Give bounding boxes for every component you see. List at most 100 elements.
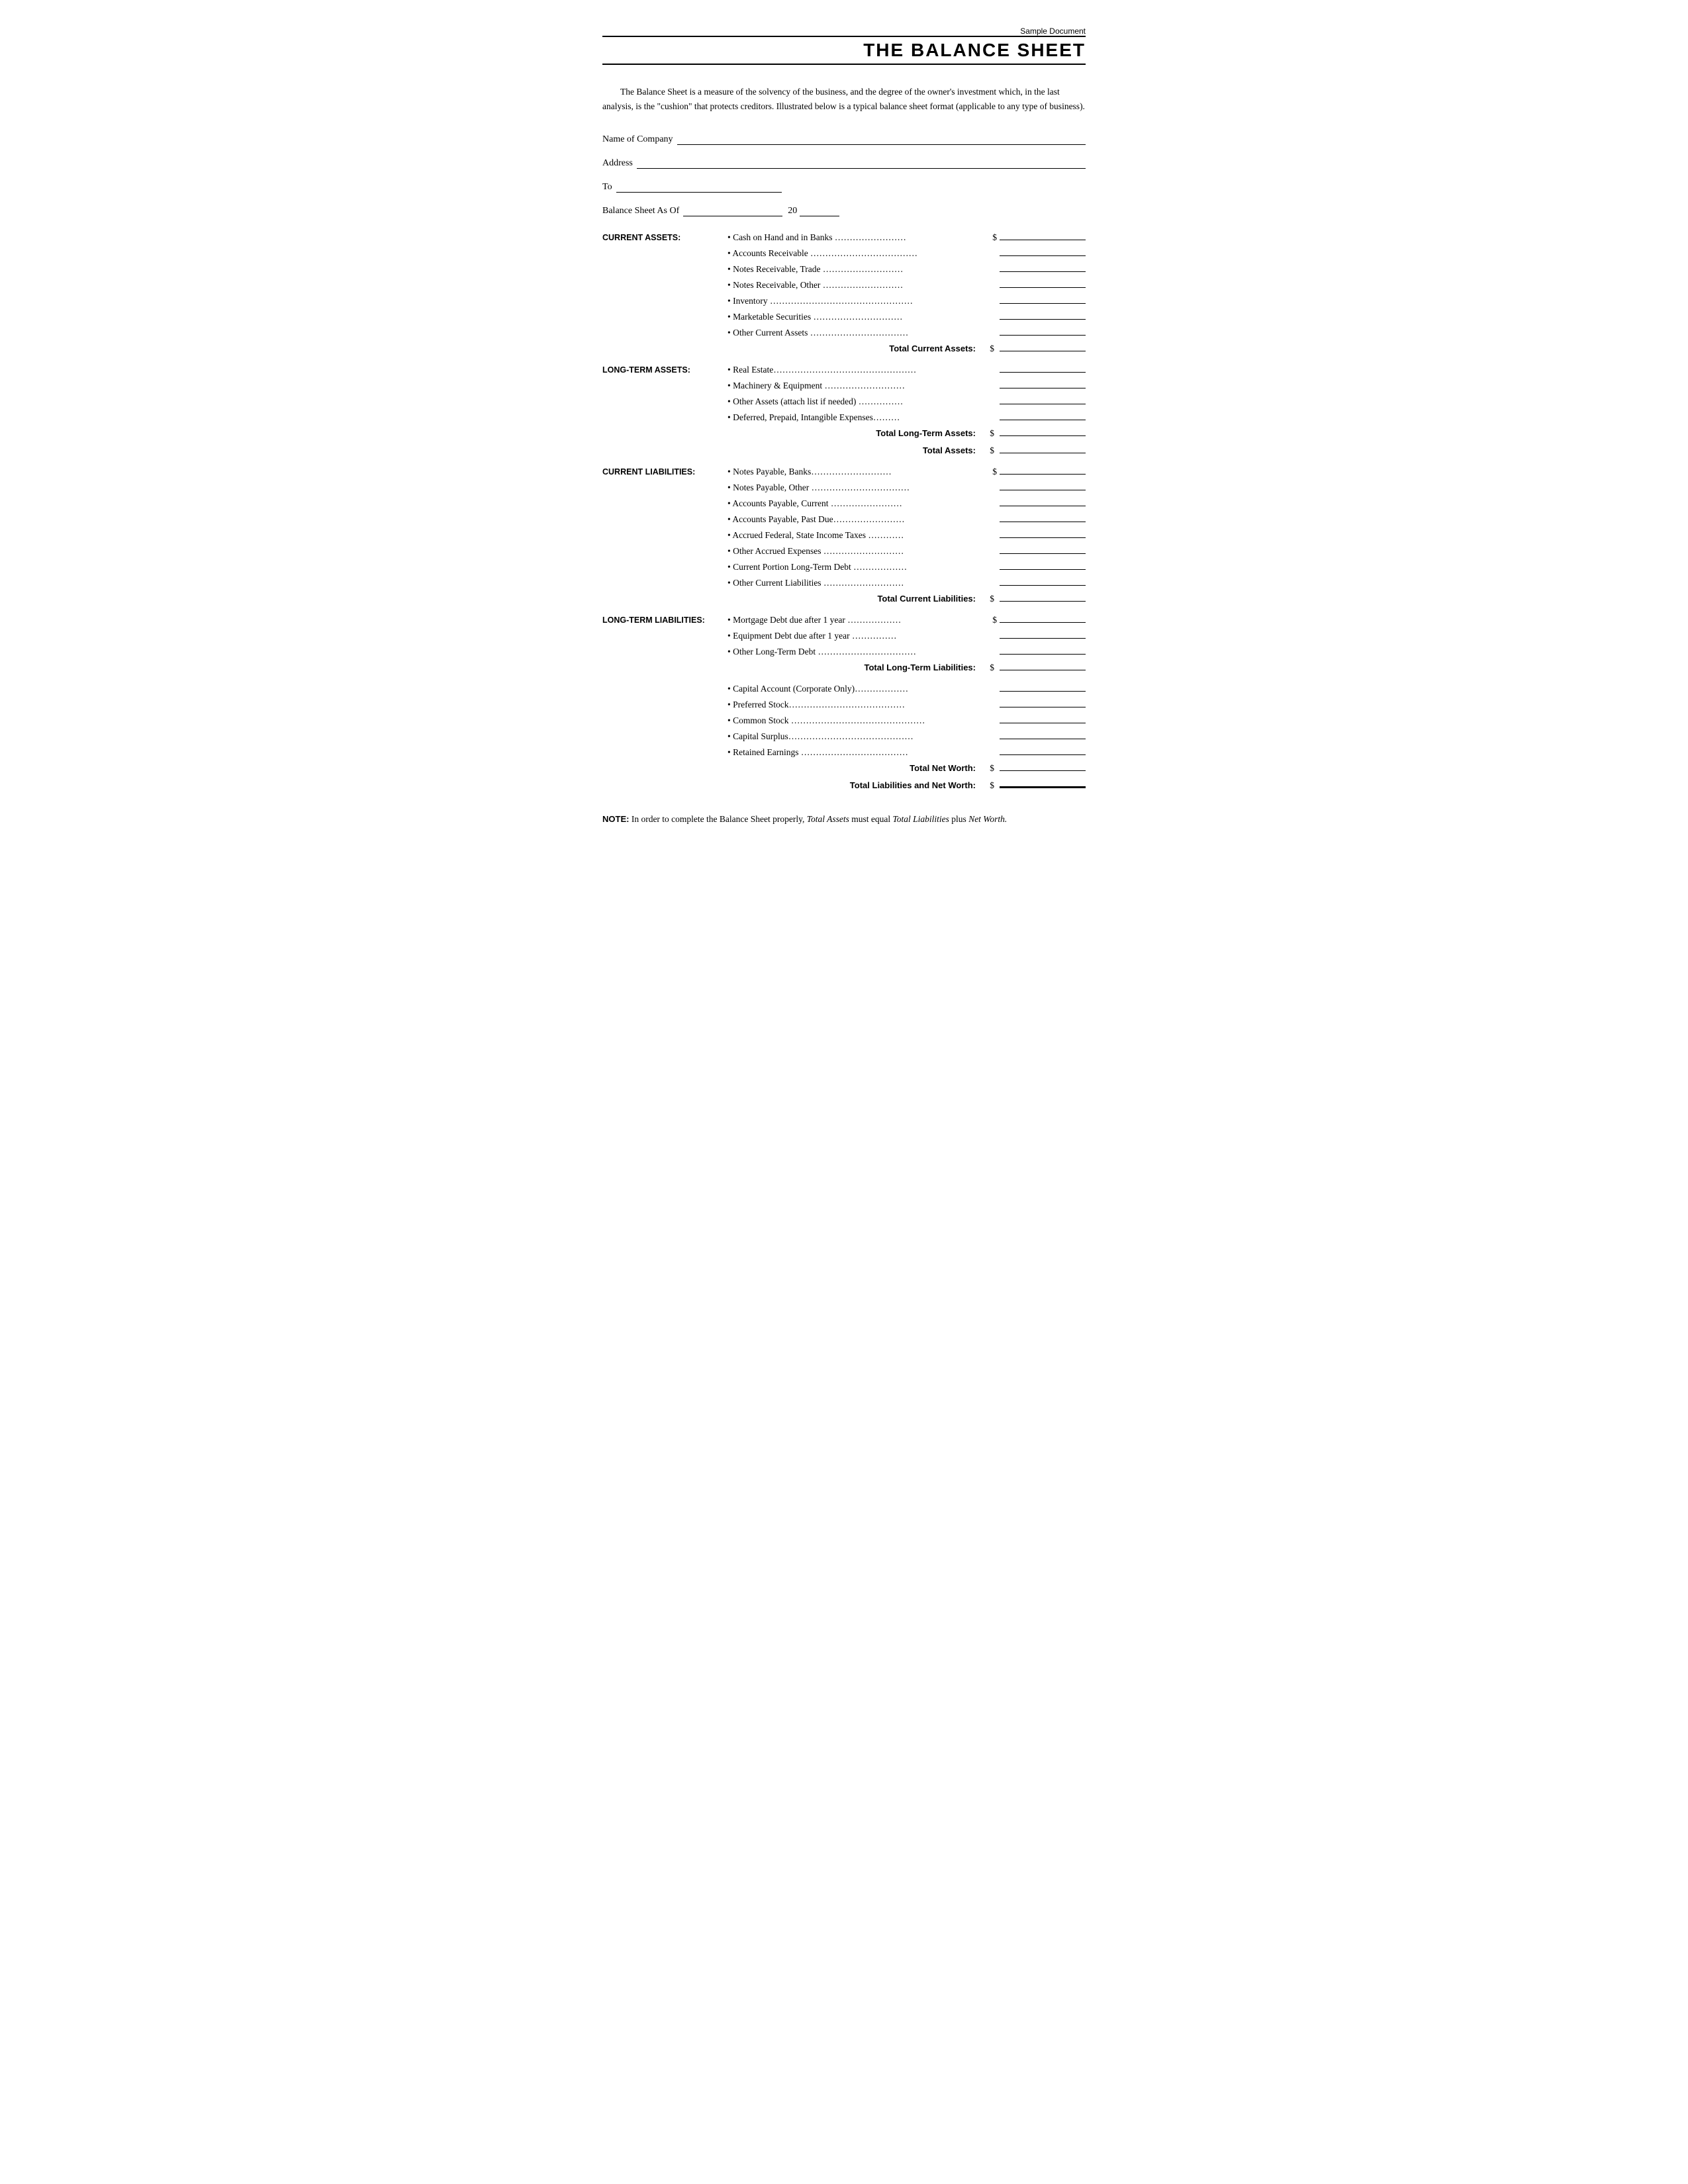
note-text: In order to complete the Balance Sheet p… (632, 814, 1007, 824)
equipment-debt-line[interactable] (1000, 628, 1086, 639)
notes-receivable-trade-row: • Notes Receivable, Trade ……………………… (602, 261, 1086, 276)
retained-earnings-item: • Retained Earnings ……………………………… (725, 747, 984, 758)
company-underline[interactable] (677, 133, 1086, 145)
total-lnw-dollar: $ (981, 780, 994, 791)
machinery-line[interactable] (1000, 378, 1086, 388)
to-label: To (602, 182, 612, 193)
npb-dollar: $ (984, 467, 997, 477)
total-lnw-line[interactable] (1000, 778, 1086, 788)
other-current-assets-row: • Other Current Assets …………………………… (602, 325, 1086, 340)
cash-item: • Cash on Hand and in Banks …………………… (725, 232, 984, 243)
cash-dollar: $ (984, 232, 997, 243)
capital-account-row: • Capital Account (Corporate Only)……………… (602, 681, 1086, 696)
other-accrued-line[interactable] (1000, 543, 1086, 554)
notes-trade-line[interactable] (1000, 261, 1086, 272)
cpltd-line[interactable] (1000, 559, 1086, 570)
preferred-stock-item: • Preferred Stock………………………………… (725, 700, 984, 710)
total-nw-line[interactable] (1000, 760, 1086, 771)
long-term-assets-header-row: LONG-TERM ASSETS: • Real Estate………………………… (602, 362, 1086, 377)
common-stock-row: • Common Stock ……………………………………… (602, 713, 1086, 727)
total-ltl-row: Total Long-Term Liabilities: $ (602, 660, 1086, 674)
total-ltl-label: Total Long-Term Liabilities: (725, 662, 981, 672)
retained-earnings-line[interactable] (1000, 745, 1086, 755)
deferred-item: • Deferred, Prepaid, Intangible Expenses… (725, 412, 984, 423)
total-lta-dollar: $ (981, 428, 994, 439)
current-liabilities-label: CURRENT LIABILITIES: (602, 466, 725, 477)
year-label: 20 (788, 206, 797, 216)
machinery-item: • Machinery & Equipment ……………………… (725, 381, 984, 391)
current-portion-item: • Current Portion Long-Term Debt ……………… (725, 562, 984, 572)
other-assets-item: • Other Assets (attach list if needed) …… (725, 396, 984, 407)
total-ltl-line[interactable] (1000, 660, 1086, 670)
notes-other-item: • Notes Receivable, Other ……………………… (725, 280, 984, 291)
other-assets-line[interactable] (1000, 394, 1086, 404)
mortgage-debt-item: • Mortgage Debt due after 1 year ……………… (725, 615, 984, 625)
mortgage-dollar: $ (984, 615, 997, 625)
npo-line[interactable] (1000, 480, 1086, 490)
preferred-stock-line[interactable] (1000, 697, 1086, 707)
year-underline[interactable] (800, 205, 839, 216)
capital-account-line[interactable] (1000, 681, 1086, 692)
to-underline[interactable] (616, 181, 782, 193)
total-liabilities-net-worth-row: Total Liabilities and Net Worth: $ (602, 778, 1086, 792)
deferred-row: • Deferred, Prepaid, Intangible Expenses… (602, 410, 1086, 424)
deferred-line[interactable] (1000, 410, 1086, 420)
common-stock-line[interactable] (1000, 713, 1086, 723)
real-estate-line[interactable] (1000, 362, 1086, 373)
total-assets-label: Total Assets: (725, 445, 981, 455)
accrued-taxes-row: • Accrued Federal, State Income Taxes ……… (602, 527, 1086, 542)
intro-text: The Balance Sheet is a measure of the so… (602, 85, 1086, 113)
note-label: NOTE: (602, 814, 629, 824)
cash-line[interactable] (1000, 230, 1086, 240)
total-net-worth-row: Total Net Worth: $ (602, 760, 1086, 775)
appd-line[interactable] (1000, 512, 1086, 522)
accrued-taxes-line[interactable] (1000, 527, 1086, 538)
marketable-line[interactable] (1000, 309, 1086, 320)
accounts-payable-current-row: • Accounts Payable, Current …………………… (602, 496, 1086, 510)
sample-doc-label: Sample Document (602, 26, 1086, 36)
apc-line[interactable] (1000, 496, 1086, 506)
address-label: Address (602, 158, 633, 169)
accounts-receivable-row: • Accounts Receivable ……………………………… (602, 246, 1086, 260)
other-ltd-line[interactable] (1000, 644, 1086, 655)
other-ltd-item: • Other Long-Term Debt …………………………… (725, 647, 984, 657)
inventory-line[interactable] (1000, 293, 1086, 304)
address-underline[interactable] (637, 157, 1086, 169)
other-current-liabilities-row: • Other Current Liabilities ……………………… (602, 575, 1086, 590)
capital-surplus-line[interactable] (1000, 729, 1086, 739)
notes-other-line[interactable] (1000, 277, 1086, 288)
npb-line[interactable] (1000, 464, 1086, 475)
total-ca-line[interactable] (1000, 341, 1086, 351)
total-nw-label: Total Net Worth: (725, 763, 981, 773)
total-assets-row: Total Assets: $ (602, 443, 1086, 457)
other-accrued-item: • Other Accrued Expenses ……………………… (725, 546, 984, 557)
notes-payable-other-row: • Notes Payable, Other …………………………… (602, 480, 1086, 494)
total-cl-line[interactable] (1000, 591, 1086, 602)
other-current-line[interactable] (1000, 325, 1086, 336)
long-term-assets-label: LONG-TERM ASSETS: (602, 364, 725, 375)
company-label: Name of Company (602, 134, 673, 145)
form-fields: Name of Company Address To Balance Sheet… (602, 133, 1086, 216)
long-term-liabilities-header-row: LONG-TERM LIABILITIES: • Mortgage Debt d… (602, 612, 1086, 627)
current-assets-label: CURRENT ASSETS: (602, 232, 725, 242)
total-assets-line[interactable] (1000, 443, 1086, 453)
mortgage-line[interactable] (1000, 612, 1086, 623)
total-lnw-label: Total Liabilities and Net Worth: (725, 780, 981, 790)
capital-account-item: • Capital Account (Corporate Only)……………… (725, 684, 984, 694)
total-cl-label: Total Current Liabilities: (725, 594, 981, 604)
date-underline[interactable] (683, 205, 782, 216)
notes-receivable-other-row: • Notes Receivable, Other ……………………… (602, 277, 1086, 292)
total-lta-line[interactable] (1000, 426, 1086, 436)
date-field-row: Balance Sheet As Of 20 (602, 205, 1086, 216)
to-field-row: To (602, 181, 1086, 193)
ar-line[interactable] (1000, 246, 1086, 256)
capital-surplus-item: • Capital Surplus…………………………………… (725, 731, 984, 742)
ocl-line[interactable] (1000, 575, 1086, 586)
accrued-taxes-item: • Accrued Federal, State Income Taxes ……… (725, 530, 984, 541)
accounts-payable-past-due-row: • Accounts Payable, Past Due…………………… (602, 512, 1086, 526)
current-portion-ltd-row: • Current Portion Long-Term Debt ……………… (602, 559, 1086, 574)
ap-current-item: • Accounts Payable, Current …………………… (725, 498, 984, 509)
company-field-row: Name of Company (602, 133, 1086, 145)
other-cl-item: • Other Current Liabilities ……………………… (725, 578, 984, 588)
total-nw-dollar: $ (981, 763, 994, 774)
